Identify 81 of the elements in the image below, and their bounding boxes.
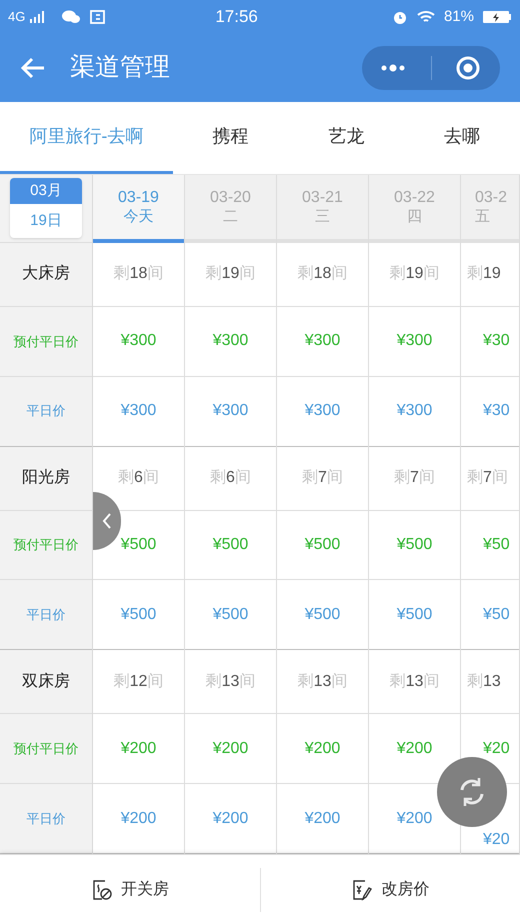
price-value[interactable]: ¥300 — [212, 329, 248, 354]
price-type-label: 预付平日价 — [14, 332, 78, 350]
bottom-action-button[interactable]: 改房价 — [260, 855, 520, 924]
price-value[interactable]: ¥200 — [304, 806, 340, 831]
price-type-label: 平日价 — [26, 402, 66, 420]
page-title: 渠道管理 — [70, 52, 170, 84]
price-value[interactable]: ¥20 — [483, 828, 510, 852]
room-name: 大床房 — [22, 264, 70, 284]
more-icon[interactable] — [380, 64, 406, 72]
price-value[interactable]: ¥50 — [483, 532, 510, 557]
price-value[interactable]: ¥300 — [212, 399, 248, 424]
calendar-day: 19日 — [10, 204, 82, 238]
date-header[interactable]: 03-22 四 — [369, 175, 460, 243]
network-label: 4G — [8, 8, 26, 26]
price-value[interactable]: ¥300 — [396, 329, 432, 354]
rooms-left-count: 剩12间 — [114, 672, 164, 692]
price-value[interactable]: ¥300 — [396, 399, 432, 424]
channel-tab[interactable]: 去哪 — [404, 102, 520, 174]
price-edit-icon — [351, 878, 374, 900]
room-toggle-icon — [90, 878, 113, 900]
price-type-label: 平日价 — [26, 606, 66, 624]
date-header[interactable]: 03-19 今天 — [93, 175, 184, 243]
price-value[interactable]: ¥500 — [396, 602, 432, 627]
rooms-left-count: 剩18间 — [114, 264, 164, 284]
price-value[interactable]: ¥500 — [396, 532, 432, 557]
channel-tab[interactable]: 艺龙 — [288, 102, 404, 174]
price-value[interactable]: ¥200 — [212, 736, 248, 761]
rooms-left-count: 剩6间 — [210, 468, 251, 488]
date-header[interactable]: 03-21 三 — [277, 175, 368, 243]
calendar-month: 03月 — [10, 178, 82, 204]
rooms-left-count: 剩13间 — [298, 672, 348, 692]
alarm-icon — [392, 9, 408, 25]
price-value[interactable]: ¥200 — [304, 736, 340, 761]
price-value[interactable]: ¥500 — [304, 602, 340, 627]
rooms-left-count: 剩19间 — [390, 264, 440, 284]
price-value[interactable]: ¥500 — [212, 602, 248, 627]
price-value[interactable]: ¥200 — [396, 806, 432, 831]
chat-icon — [61, 9, 82, 25]
bottom-action-button[interactable]: 开关房 — [0, 855, 260, 924]
price-type-label: 预付平日价 — [14, 536, 78, 554]
rooms-left-count: 剩7间 — [302, 468, 343, 488]
price-value[interactable]: ¥30 — [483, 399, 510, 424]
rooms-left-count: 剩18间 — [298, 264, 348, 284]
rooms-left-count: 剩6间 — [118, 468, 159, 488]
price-value[interactable]: ¥300 — [304, 399, 340, 424]
price-value[interactable]: ¥500 — [304, 532, 340, 557]
price-value[interactable]: ¥300 — [120, 399, 156, 424]
price-value[interactable]: ¥500 — [120, 602, 156, 627]
price-value[interactable]: ¥500 — [120, 532, 156, 557]
channel-tab[interactable]: 携程 — [172, 102, 288, 174]
price-value[interactable]: ¥200 — [120, 736, 156, 761]
rooms-left-count: 剩19间 — [206, 264, 256, 284]
price-value[interactable]: ¥50 — [483, 602, 510, 627]
price-type-label: 平日价 — [26, 810, 66, 828]
price-value[interactable]: ¥200 — [212, 806, 248, 831]
chevron-left-icon — [102, 512, 112, 530]
price-value[interactable]: ¥200 — [396, 736, 432, 761]
date-header[interactable]: 03-2 五 — [461, 175, 519, 243]
clock-time: 17:56 — [215, 6, 258, 28]
receipt-icon — [89, 9, 108, 25]
battery-percent: 81% — [444, 6, 474, 27]
close-miniprogram-icon[interactable] — [455, 55, 481, 81]
price-type-label: 预付平日价 — [14, 740, 78, 758]
price-value[interactable]: ¥20 — [483, 736, 510, 761]
price-value[interactable]: ¥300 — [304, 329, 340, 354]
calendar-badge[interactable]: 03月 19日 — [10, 178, 82, 238]
rooms-left-count: 剩13 — [467, 672, 501, 692]
price-value[interactable]: ¥500 — [212, 532, 248, 557]
price-value[interactable]: ¥200 — [120, 806, 156, 831]
room-name: 双床房 — [22, 672, 70, 692]
room-name: 阳光房 — [22, 468, 70, 488]
date-header[interactable]: 03-20 二 — [185, 175, 276, 243]
back-arrow-icon[interactable] — [20, 57, 46, 79]
price-value[interactable]: ¥30 — [483, 329, 510, 354]
rooms-left-count: 剩19 — [467, 264, 501, 284]
rooms-left-count: 剩7间 — [394, 468, 435, 488]
rooms-left-count: 剩7间 — [467, 468, 508, 488]
rooms-left-count: 剩13间 — [206, 672, 256, 692]
price-value[interactable]: ¥300 — [120, 329, 156, 354]
rooms-left-count: 剩13间 — [390, 672, 440, 692]
battery-charging-icon — [482, 10, 512, 24]
